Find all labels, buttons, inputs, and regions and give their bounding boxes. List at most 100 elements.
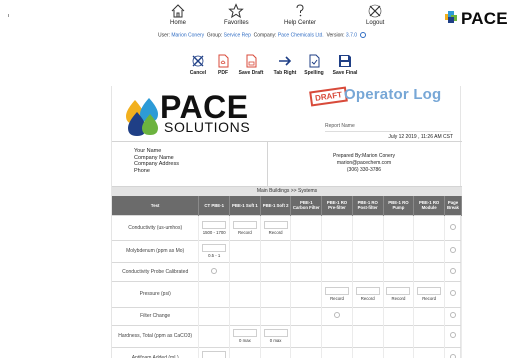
company-value[interactable]: Pace Chemicals Ltd. (278, 32, 324, 38)
table-row: Conductivity (us-umhos) 1500 - 1700 Record… (112, 214, 463, 240)
report-name-field[interactable]: Report Name (325, 123, 451, 132)
column-header-pbe-1-ro-post-filter: PBE-1 RO Post-filter (352, 196, 384, 215)
prepared-by: Prepared By:Marion Conery (333, 153, 395, 159)
test-name-cell: Conductivity Probe Calibrated (112, 261, 200, 281)
test-name-cell: Conductivity (us-umhos) (112, 214, 200, 240)
table-cell (290, 306, 323, 325)
divider (8, 14, 9, 17)
table-cell: 0 max (229, 324, 261, 347)
table-cell (352, 346, 384, 358)
group-label: Group: (206, 32, 223, 39)
cell-input[interactable] (263, 220, 288, 229)
save-draft-button[interactable]: Save Draft (236, 54, 266, 76)
action-toolbar: Cancel PDF Save Draft Tab Right Spelling (0, 48, 517, 85)
save-draft-label: Save Draft (238, 70, 264, 76)
cell-checkbox[interactable] (334, 312, 340, 318)
page-break-checkbox[interactable] (449, 290, 456, 296)
cell-input[interactable] (417, 287, 442, 295)
table-cell (198, 306, 231, 325)
section-header: Main Buildings >> Systems (112, 187, 462, 196)
cell-input[interactable] (386, 287, 411, 295)
nav-favorites-label: Favorites (224, 20, 249, 26)
user-value[interactable]: Marion Conery (171, 32, 204, 38)
table-cell: 0 max (260, 324, 292, 347)
top-nav: Home Favorites Help Center Logout User: … (0, 0, 517, 48)
group-value[interactable]: Service Rep (224, 32, 251, 38)
cell-input-group: 0 max (230, 329, 260, 343)
table-cell: Record (321, 280, 353, 307)
cell-checkbox[interactable] (211, 267, 218, 274)
spelling-button[interactable]: Spelling (299, 54, 329, 76)
table-cell: Record (413, 280, 445, 307)
nav-home[interactable]: Home (170, 3, 186, 27)
prepared-email: marion@pacechem.com (336, 160, 392, 166)
page-break-checkbox[interactable] (449, 247, 456, 253)
close-icon (368, 4, 382, 18)
page-break-cell (444, 306, 463, 325)
arrow-right-icon (279, 56, 292, 66)
table-cell (352, 239, 384, 262)
column-header-pbe-1-ro-module: PBE-1 RO Module (413, 196, 445, 215)
test-name-cell: Molybdenum (ppm as Mo) (112, 239, 200, 262)
page-break-cell (444, 261, 463, 281)
cell-input[interactable] (355, 287, 380, 295)
pdf-button[interactable]: PDF (208, 54, 238, 76)
page-break-checkbox[interactable] (449, 223, 456, 230)
company-label: Company: (253, 32, 277, 39)
tab-right-button[interactable]: Tab Right (270, 54, 300, 76)
nav-logout[interactable]: Logout (366, 3, 384, 27)
test-name-cell: Filter Change (112, 306, 200, 325)
nav-help[interactable]: Help Center (284, 3, 316, 27)
info-icon[interactable] (360, 32, 367, 38)
table-cell (290, 324, 323, 347)
star-icon (228, 3, 245, 19)
table-cell (383, 306, 415, 325)
cancel-label: Cancel (189, 70, 207, 76)
nav-favorites[interactable]: Favorites (224, 3, 249, 27)
cell-input[interactable] (232, 220, 257, 229)
home-icon (171, 4, 185, 18)
table-cell (198, 261, 231, 281)
cell-input[interactable] (202, 351, 227, 358)
page-break-checkbox[interactable] (449, 354, 456, 358)
table-cell (229, 306, 261, 325)
table-row: Pressure (psi) Record Record Record Record (112, 280, 463, 307)
table-cell: Record (352, 280, 384, 307)
version-value[interactable]: 3.7.0 (346, 32, 357, 38)
table-cell: Record (229, 214, 261, 240)
table-cell (198, 280, 231, 307)
table-cell (383, 346, 415, 358)
page-break-checkbox[interactable] (449, 312, 456, 318)
save-final-label: Save Final (332, 70, 358, 76)
cell-input-group: Record (199, 351, 229, 358)
spelling-icon (309, 54, 320, 68)
table-cell (383, 261, 415, 281)
column-header-pbe-1-carbon-filter: PBE-1 Carbon Filter (290, 196, 323, 215)
cell-input[interactable] (202, 244, 227, 252)
cell-input[interactable] (325, 287, 349, 295)
table-cell (260, 280, 292, 307)
cell-input[interactable] (232, 329, 257, 337)
cell-input[interactable] (263, 329, 288, 337)
report-title: Operator Log (344, 86, 442, 103)
cell-input[interactable] (202, 220, 227, 229)
table-cell (352, 214, 384, 240)
page-break-checkbox[interactable] (449, 332, 456, 338)
page-break-checkbox[interactable] (449, 267, 456, 274)
table-cell: 1500 - 1700 (198, 214, 231, 240)
tab-right-label: Tab Right (273, 70, 297, 76)
draft-stamp: DRAFT (309, 86, 348, 107)
table-cell (260, 346, 292, 358)
table-cell: Record (260, 214, 292, 240)
table-cell (260, 306, 292, 325)
table-cell (229, 261, 261, 281)
column-header-ct-pbe-1: CT PBE-1 (198, 196, 231, 215)
log-table: Test CT PBE-1 PBE-1 Soft 1 PBE-1 Soft 2 PBE-… (112, 196, 463, 358)
table-cell (321, 306, 353, 325)
test-name-cell: Pressure (psi) (112, 280, 200, 307)
table-row: Antifoam Added (mL)Record (112, 346, 463, 358)
cell-range-note: 0 max (269, 338, 282, 343)
save-final-button[interactable]: Save Final (330, 54, 360, 76)
table-cell (260, 261, 292, 281)
table-cell (198, 324, 231, 347)
